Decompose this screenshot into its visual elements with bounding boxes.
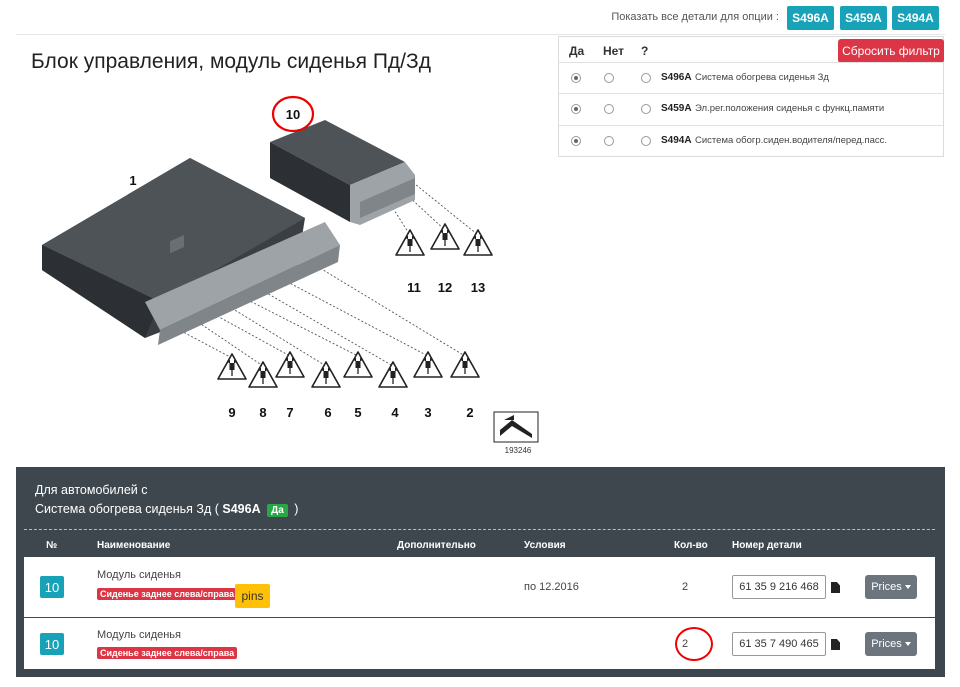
divider: [24, 529, 935, 530]
diagram-ref-badge[interactable]: 10: [40, 633, 64, 655]
plug-warning-icon: [430, 223, 460, 250]
prices-dropdown-button[interactable]: Prices: [865, 632, 917, 656]
prices-dropdown-button[interactable]: Prices: [865, 575, 917, 599]
part-name: Модуль сиденья: [97, 629, 181, 641]
col-header-name: Наименование: [97, 540, 171, 551]
radio-unknown[interactable]: [641, 73, 651, 83]
option-button-s459a[interactable]: S459A: [840, 6, 887, 30]
quantity-text: 2: [682, 581, 689, 593]
part-number-field[interactable]: 61 35 9 216 468: [732, 575, 826, 599]
plug-warning-icon: [248, 361, 278, 388]
callout-label: 12: [438, 280, 452, 295]
callout-label: 4: [391, 405, 399, 420]
results-panel: Для автомобилей с Система обогрева сиден…: [16, 467, 945, 677]
copy-document-icon[interactable]: [831, 582, 840, 593]
callout-label: 11: [407, 280, 421, 295]
callout-label: 13: [471, 280, 485, 295]
filter-row: S494A Система обогр.сиден.водителя/перед…: [559, 125, 943, 156]
col-header-qty: Кол-во: [674, 540, 708, 551]
radio-unknown[interactable]: [641, 104, 651, 114]
plug-warning-icon: [395, 229, 425, 256]
filter-row: S496A Система обогрева сиденья Зд: [559, 62, 943, 93]
callout-label: 8: [259, 405, 266, 420]
callout-label: 1: [129, 173, 136, 188]
callout-label: 3: [424, 405, 431, 420]
copy-document-icon[interactable]: [831, 639, 840, 650]
radio-no[interactable]: [604, 104, 614, 114]
filter-description: Эл.рег.положения сиденья с функц.памяти: [695, 103, 885, 114]
callout-label: 10: [286, 107, 300, 122]
radio-yes[interactable]: [571, 104, 581, 114]
filter-code: S496A: [661, 72, 692, 83]
part-number-field[interactable]: 61 35 7 490 465: [732, 632, 826, 656]
plug-warning-icon: [343, 351, 373, 378]
parts-diagram: 1 10 11 12 13 9 8 7 6 5 4 3 2 193246: [42, 95, 539, 455]
conditions-text: по 12.2016: [524, 581, 579, 593]
option-filter-panel: Да Нет ? Сбросить фильтр S496A Система о…: [558, 36, 944, 157]
pins-badge[interactable]: pins: [235, 584, 270, 608]
filter-col-yes: Да: [569, 44, 585, 58]
callout-label: 9: [228, 405, 235, 420]
plug-warning-icon: [217, 353, 247, 380]
plug-warning-icon: [311, 361, 341, 388]
table-row: 10 Модуль сиденья Сиденье заднее слева/с…: [24, 618, 935, 669]
plug-warning-icon: [450, 351, 480, 378]
option-button-s496a[interactable]: S496A: [787, 6, 834, 30]
diagram-image-number: 193246: [505, 446, 532, 455]
highlight-circle: [675, 627, 713, 661]
plug-warning-icon: [463, 229, 493, 256]
plug-warning-icon: [378, 361, 408, 388]
callout-label: 5: [354, 405, 361, 420]
corner-arrow-icon: [493, 411, 539, 443]
option-bar: Показать все детали для опции : S496A S4…: [16, 0, 945, 35]
radio-yes[interactable]: [571, 136, 581, 146]
radio-no[interactable]: [604, 73, 614, 83]
plug-warning-icon: [275, 351, 305, 378]
filter-code: S494A: [661, 135, 692, 146]
show-all-label: Показать все детали для опции :: [611, 11, 779, 23]
page-title: Блок управления, модуль сиденья Пд/Зд: [31, 50, 431, 73]
option-button-s494a[interactable]: S494A: [892, 6, 939, 30]
position-tag: Сиденье заднее слева/справа: [97, 647, 238, 659]
results-title-text: Система обогрева сиденья Зд (: [35, 502, 219, 516]
position-tag: Сиденье заднее слева/справа: [97, 588, 238, 600]
table-row: 10 Модуль сиденья Сиденье заднее слева/с…: [24, 557, 935, 617]
filter-col-no: Нет: [603, 44, 625, 58]
callout-label: 2: [466, 405, 473, 420]
radio-no[interactable]: [604, 136, 614, 146]
callout-label: 6: [324, 405, 331, 420]
callout-label: 7: [286, 405, 293, 420]
results-title-code: S496A: [222, 502, 261, 516]
col-header-conditions: Условия: [524, 540, 566, 551]
plug-warning-icon: [413, 351, 443, 378]
seat-module-part-10: [270, 120, 415, 225]
caret-down-icon: [904, 585, 911, 589]
filter-description: Система обогр.сиден.водителя/перед.пасс.: [695, 135, 888, 146]
prices-label: Prices: [871, 638, 902, 650]
filter-row: S459A Эл.рег.положения сиденья с функц.п…: [559, 93, 943, 124]
filter-description: Система обогрева сиденья Зд: [695, 72, 829, 83]
radio-unknown[interactable]: [641, 136, 651, 146]
caret-down-icon: [904, 642, 911, 646]
part-name: Модуль сиденья: [97, 569, 181, 581]
filter-col-unknown: ?: [641, 44, 649, 58]
yes-badge: Да: [267, 504, 288, 517]
diagram-ref-badge[interactable]: 10: [40, 576, 64, 598]
results-title-line1: Для автомобилей с: [35, 483, 148, 497]
filter-code: S459A: [661, 103, 692, 114]
prices-label: Prices: [871, 581, 902, 593]
col-header-num: №: [46, 540, 58, 551]
col-header-part-number: Номер детали: [732, 540, 802, 551]
radio-yes[interactable]: [571, 73, 581, 83]
col-header-extra: Дополнительно: [397, 540, 476, 551]
results-title-line2: Система обогрева сиденья Зд ( S496A Да ): [35, 502, 298, 517]
results-title-close: ): [294, 502, 299, 516]
reset-filter-button[interactable]: Сбросить фильтр: [838, 39, 944, 63]
